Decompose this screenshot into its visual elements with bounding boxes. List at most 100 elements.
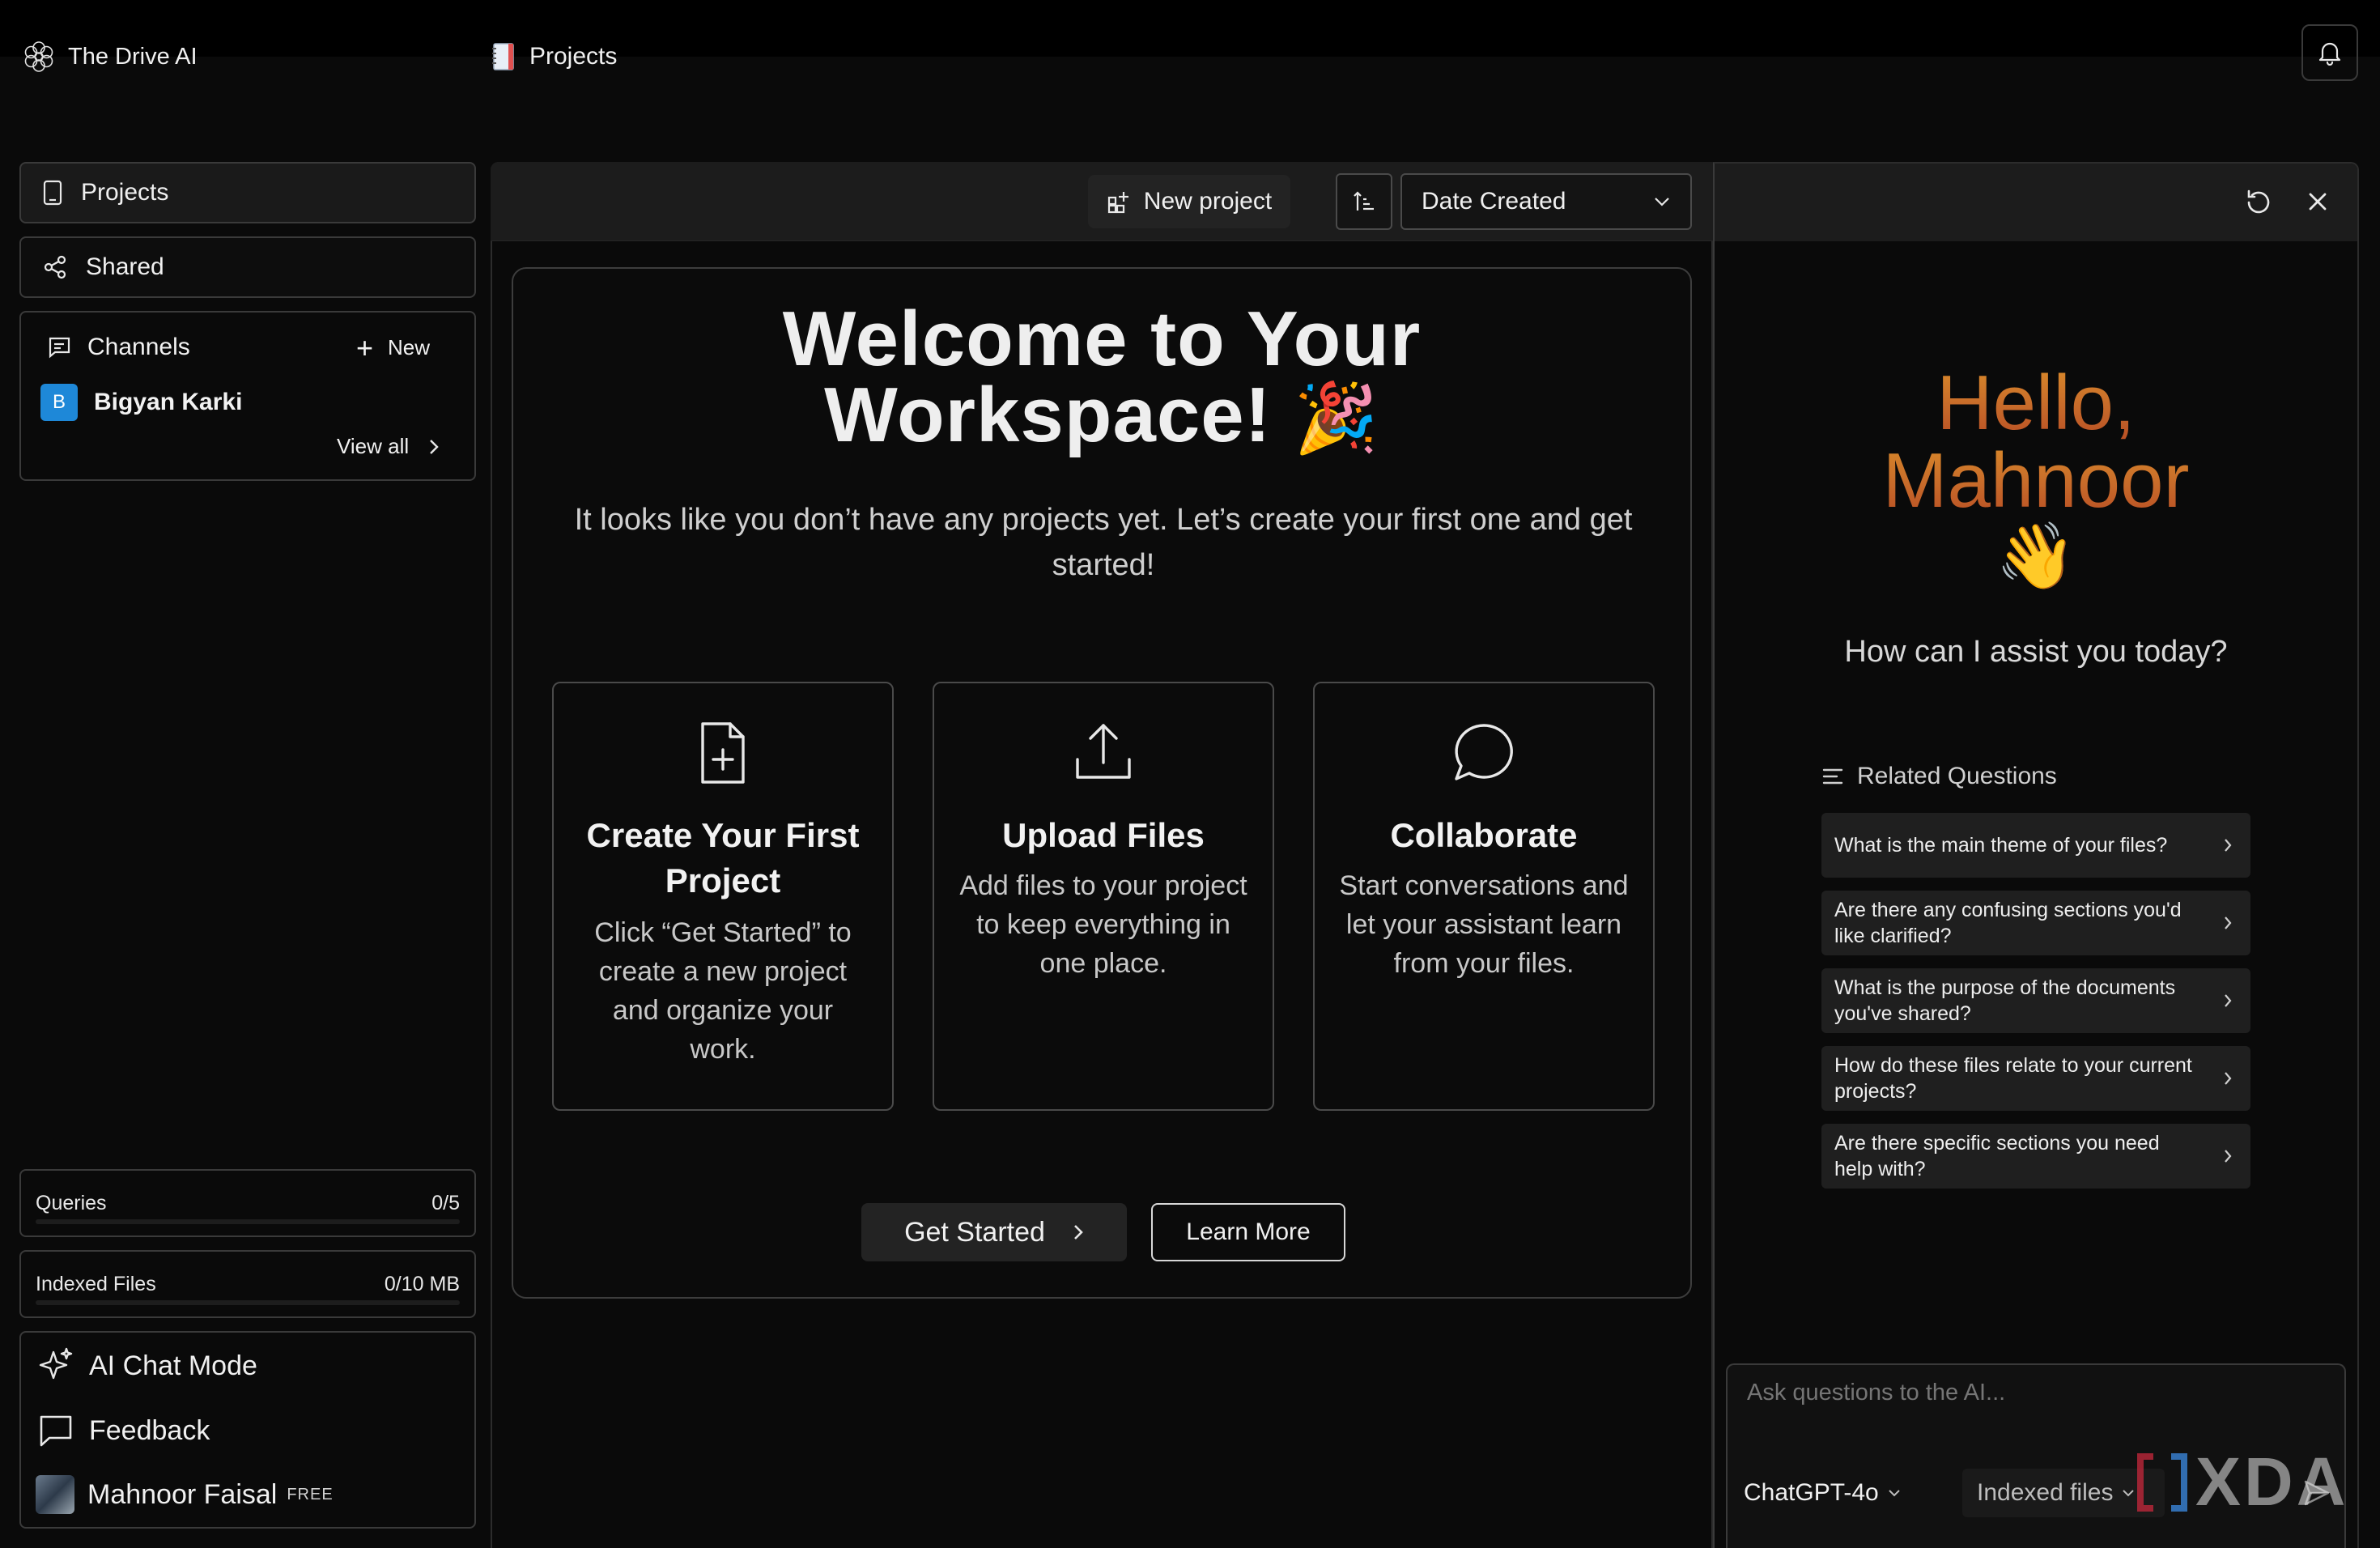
- file-plus-icon: [701, 722, 745, 784]
- sidebar-item-projects[interactable]: Projects: [19, 162, 476, 223]
- welcome-title: Welcome to Your Workspace! 🎉: [513, 296, 1690, 458]
- message-icon: [40, 1415, 72, 1447]
- sidebar-item-label: Projects: [81, 179, 169, 206]
- feature-description: Add files to your project to keep everyt…: [959, 870, 1247, 979]
- sort-ascending-icon: [1354, 191, 1374, 211]
- close-icon: [2309, 193, 2327, 211]
- related-question-text: Are there any confusing sections you'd l…: [1834, 899, 2182, 947]
- refresh-button[interactable]: [2244, 188, 2273, 221]
- feature-card-upload-files: Upload Files Add files to your project t…: [933, 682, 1274, 1111]
- ai-chat-mode-button[interactable]: AI Chat Mode: [36, 1346, 257, 1386]
- model-value: ChatGPT-4o: [1744, 1479, 1879, 1506]
- welcome-title-line2: Workspace!: [824, 372, 1272, 458]
- feature-title: Upload Files: [1002, 816, 1205, 854]
- sort-by-value: Date Created: [1422, 188, 1566, 215]
- related-question-item[interactable]: Are there any confusing sections you'd l…: [1821, 891, 2250, 955]
- greeting-line1: Hello,: [1715, 364, 2357, 442]
- view-all-link[interactable]: View all: [337, 434, 440, 459]
- top-black-bar: [0, 0, 2380, 57]
- related-questions-title: Related Questions: [1857, 763, 2057, 789]
- chat-input[interactable]: [1747, 1380, 2330, 1406]
- related-question-item[interactable]: What is the main theme of your files?: [1821, 813, 2250, 878]
- welcome-subtitle: It looks like you don’t have any project…: [574, 503, 1633, 582]
- channels-header: Channels: [47, 334, 190, 361]
- sparkles-icon: [39, 1347, 73, 1380]
- notifications-button[interactable]: [2301, 24, 2358, 81]
- chevron-down-icon: [1889, 1490, 1900, 1497]
- breadcrumb: Projects: [491, 34, 617, 79]
- new-project-button[interactable]: New project: [1088, 175, 1290, 228]
- chevron-right-icon: [2225, 839, 2232, 852]
- queries-meter: Queries 0/5: [19, 1169, 476, 1237]
- flower-logo-icon: [24, 41, 53, 72]
- share-icon: [44, 255, 66, 279]
- sort-order-button[interactable]: [1336, 173, 1392, 230]
- queries-value: 0/5: [431, 1191, 460, 1214]
- welcome-title-line1: Welcome to Your: [782, 296, 1422, 382]
- related-question-text: What is the purpose of the documents you…: [1834, 976, 2176, 1025]
- waving-hand-emoji: 👋: [1995, 520, 2076, 592]
- chat-bubble-icon: [1455, 724, 1513, 780]
- party-popper-emoji: 🎉: [1294, 380, 1379, 456]
- sidebar-item-label: Shared: [86, 253, 164, 280]
- related-question-text: Are there specific sections you need hel…: [1834, 1132, 2160, 1180]
- user-avatar: [36, 1475, 74, 1514]
- sidebar-item-shared[interactable]: Shared: [19, 236, 476, 298]
- app-name: The Drive AI: [68, 43, 198, 70]
- chevron-right-icon: [2225, 916, 2232, 929]
- new-channel-button[interactable]: + New: [356, 330, 431, 364]
- user-name: Mahnoor Faisal: [87, 1478, 278, 1510]
- chevron-right-icon: [430, 439, 439, 454]
- welcome-card: Welcome to Your Workspace! 🎉 It looks li…: [512, 267, 1692, 1299]
- plan-badge: FREE: [287, 1485, 334, 1503]
- feature-card-collaborate: Collaborate Start conversations and let …: [1313, 682, 1655, 1111]
- channel-name: Bigyan Karki: [94, 389, 243, 415]
- sort-by-select[interactable]: Date Created: [1400, 173, 1692, 230]
- model-select[interactable]: ChatGPT-4o: [1744, 1470, 1902, 1516]
- indexed-files-value: 0/10 MB: [384, 1272, 460, 1295]
- align-left-icon: [1822, 768, 1843, 785]
- assistant-question: How can I assist you today?: [1844, 635, 2228, 669]
- indexed-files-progress: [36, 1300, 460, 1305]
- feature-description: Start conversations and let your assista…: [1339, 870, 1629, 979]
- queries-label: Queries: [36, 1191, 107, 1214]
- queries-progress: [36, 1219, 460, 1224]
- bell-icon: [2318, 42, 2341, 66]
- related-question-item[interactable]: How do these files relate to your curren…: [1821, 1046, 2250, 1111]
- source-value: Indexed files: [1977, 1479, 2114, 1506]
- chevron-right-icon: [2225, 1150, 2232, 1163]
- greeting-line2: Mahnoor: [1715, 442, 2357, 520]
- related-question-text: How do these files relate to your curren…: [1834, 1054, 2192, 1103]
- new-project-label: New project: [1143, 188, 1273, 215]
- channels-title: Channels: [87, 334, 190, 360]
- xda-watermark-text: XDA: [2195, 1444, 2349, 1520]
- new-project-icon: [1107, 192, 1128, 214]
- get-started-button[interactable]: Get Started: [861, 1203, 1127, 1261]
- related-question-item[interactable]: What is the purpose of the documents you…: [1821, 968, 2250, 1033]
- feature-title: Collaborate: [1390, 816, 1578, 854]
- sidebar-bottom-panel: AI Chat Mode Feedback Mahnoor Faisal FRE…: [19, 1331, 476, 1529]
- related-questions-header: Related Questions: [1821, 763, 2057, 790]
- close-panel-button[interactable]: [2306, 189, 2330, 218]
- assistant-greeting: Hello, Mahnoor 👋: [1715, 364, 2357, 593]
- plus-icon: +: [356, 330, 374, 364]
- xda-bracket-logo: [2137, 1452, 2187, 1512]
- feedback-button[interactable]: Feedback: [36, 1410, 210, 1451]
- related-question-text: What is the main theme of your files?: [1834, 834, 2168, 857]
- indexed-files-meter: Indexed Files 0/10 MB: [19, 1250, 476, 1318]
- app-brand[interactable]: The Drive AI: [21, 34, 198, 79]
- ai-chat-mode-label: AI Chat Mode: [89, 1350, 257, 1381]
- new-channel-label: New: [388, 335, 431, 359]
- related-question-item[interactable]: Are there specific sections you need hel…: [1821, 1124, 2250, 1189]
- channel-item[interactable]: B Bigyan Karki: [40, 384, 242, 421]
- get-started-label: Get Started: [904, 1216, 1045, 1248]
- user-profile-button[interactable]: Mahnoor Faisal FREE: [36, 1475, 334, 1514]
- feature-title: Create Your First Project: [586, 816, 860, 899]
- chevron-right-icon: [1074, 1225, 1083, 1240]
- indexed-files-label: Indexed Files: [36, 1272, 156, 1295]
- feedback-label: Feedback: [89, 1414, 210, 1446]
- chevron-right-icon: [2225, 994, 2232, 1007]
- refresh-icon: [2247, 189, 2270, 214]
- assistant-toolbar: [1715, 164, 2357, 241]
- learn-more-button[interactable]: Learn More: [1151, 1203, 1345, 1261]
